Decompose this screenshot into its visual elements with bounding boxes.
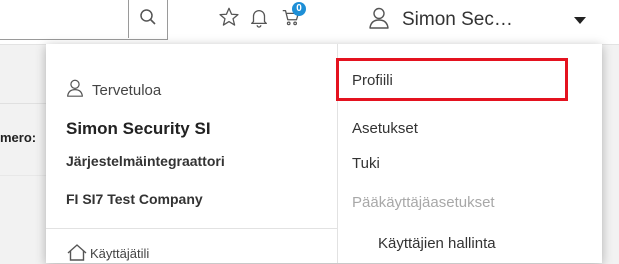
menu-item-profile[interactable]: Profiili <box>352 72 393 89</box>
favorites-button[interactable] <box>214 4 244 34</box>
search-input[interactable] <box>0 0 168 40</box>
user-role: Järjestelmäintegraattori <box>66 153 225 169</box>
account-link-label: Käyttäjätili <box>90 246 150 261</box>
user-dropdown-menu: Tervetuloa Simon Security SI Järjestelmä… <box>46 44 602 263</box>
search-icon <box>139 8 157 31</box>
user-menu-list: Profiili Asetukset Tuki Pääkäyttäjäasetu… <box>336 44 602 263</box>
admin-settings-header: Pääkäyttäjäasetukset <box>352 194 495 211</box>
background-field-label: mero: <box>0 130 37 145</box>
notifications-button[interactable] <box>244 4 274 34</box>
cart-count-badge: 0 <box>292 2 306 16</box>
menu-item-user-management[interactable]: Käyttäjien hallinta <box>378 235 496 252</box>
cart-button[interactable]: 0 <box>276 2 306 34</box>
menu-item-settings[interactable]: Asetukset <box>352 120 418 137</box>
user-full-name: Simon Security SI <box>66 119 211 138</box>
top-bar: 0 Simon Sec… <box>0 0 619 45</box>
search-button[interactable] <box>128 0 167 38</box>
user-menu-toggle[interactable]: Simon Sec… <box>368 6 588 34</box>
caret-down-icon <box>574 17 586 24</box>
account-link[interactable]: Käyttäjätili <box>66 243 149 264</box>
user-icon <box>66 78 84 102</box>
user-company: FI SI7 Test Company <box>66 191 203 207</box>
welcome-row: Tervetuloa <box>66 78 161 102</box>
panel-divider <box>46 228 337 229</box>
user-icon <box>368 6 390 35</box>
user-display-name: Simon Sec… <box>402 9 513 30</box>
background-divider <box>0 175 46 176</box>
home-icon <box>66 243 88 264</box>
bell-icon <box>248 6 270 33</box>
user-info-panel: Tervetuloa Simon Security SI Järjestelmä… <box>46 44 337 263</box>
star-icon <box>218 6 240 33</box>
menu-item-support[interactable]: Tuki <box>352 155 380 172</box>
background-divider <box>0 103 46 104</box>
welcome-text: Tervetuloa <box>92 81 162 99</box>
